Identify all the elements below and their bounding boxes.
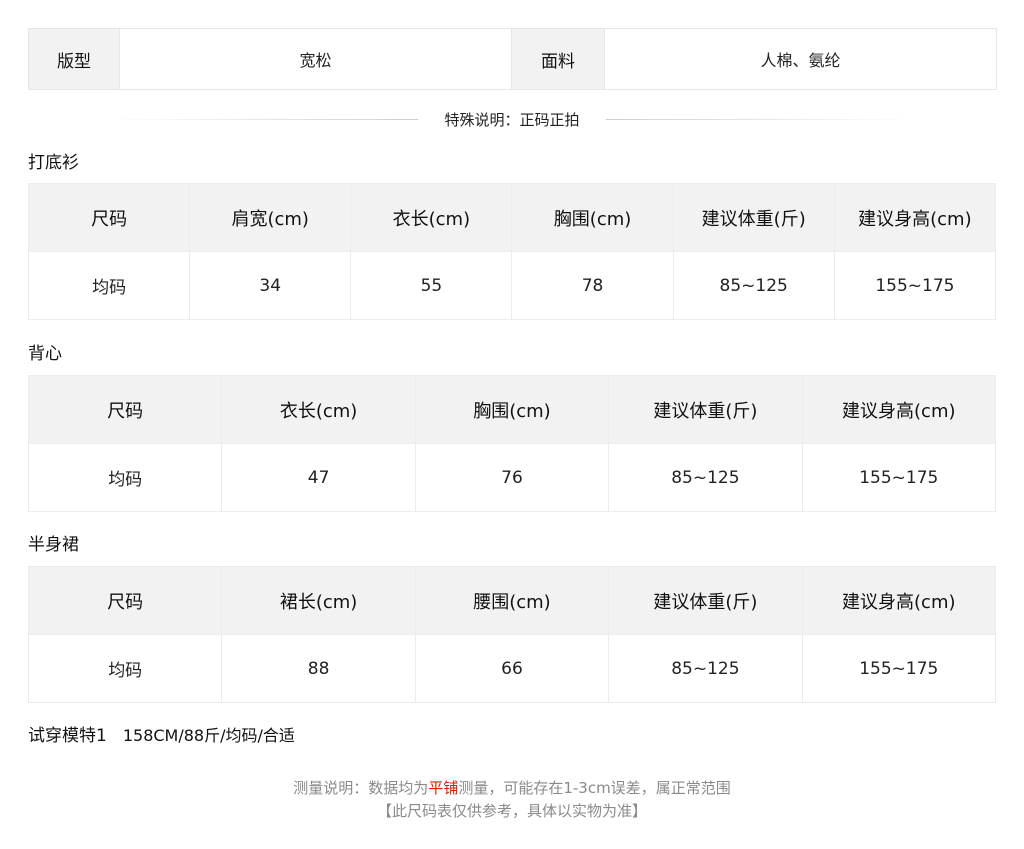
fabric-label: 面料	[511, 28, 605, 90]
table-row: 均码 88 66 85~125 155~175	[27, 634, 997, 703]
table-cell: 55	[350, 251, 513, 320]
reference-disclaimer: 【此尺码表仅供参考，具体以实物为准】	[376, 802, 647, 820]
section-title-skirt: 半身裙	[28, 535, 79, 555]
measurement-note: 测量说明：数据均为平铺测量，可能存在1-3cm误差，属正常范围	[0, 777, 1024, 798]
fit-value: 宽松	[119, 28, 512, 90]
model-label: 试穿模特1	[28, 726, 107, 746]
header-cell: 衣长(cm)	[221, 375, 416, 444]
table-cell: 34	[189, 251, 352, 320]
header-cell: 建议体重(斤)	[608, 566, 803, 635]
header-cell: 建议体重(斤)	[672, 183, 835, 252]
measurement-note-suffix: 测量，可能存在1-3cm误差，属正常范围	[458, 779, 731, 797]
divider-right	[605, 118, 918, 120]
header-cell: 裙长(cm)	[221, 566, 416, 635]
fit-label: 版型	[28, 28, 120, 90]
table-row: 均码 34 55 78 85~125 155~175	[27, 251, 997, 320]
attribute-table: 版型 宽松 面料 人棉、氨纶	[28, 28, 997, 90]
table-cell: 47	[221, 443, 416, 512]
measurement-note-highlight: 平铺	[428, 779, 459, 797]
header-cell: 胸围(cm)	[511, 183, 674, 252]
model-info: 试穿模特1 158CM/88斤/均码/合适	[28, 721, 295, 746]
section-title-base-layer: 打底衫	[28, 153, 79, 173]
size-table-vest: 尺码 衣长(cm) 胸围(cm) 建议体重(斤) 建议身高(cm) 均码 47 …	[27, 375, 997, 512]
table-cell: 85~125	[672, 251, 835, 320]
table-cell: 78	[511, 251, 674, 320]
table-cell: 76	[414, 443, 610, 512]
header-cell: 胸围(cm)	[414, 375, 610, 444]
table-cell: 均码	[27, 443, 223, 512]
header-cell: 建议身高(cm)	[801, 566, 997, 635]
table-header-row: 尺码 肩宽(cm) 衣长(cm) 胸围(cm) 建议体重(斤) 建议身高(cm)	[27, 183, 997, 252]
table-cell: 均码	[27, 251, 191, 320]
fabric-value: 人棉、氨纶	[604, 28, 997, 90]
table-cell: 均码	[27, 634, 223, 703]
model-value: 158CM/88斤/均码/合适	[122, 726, 295, 745]
header-cell: 建议身高(cm)	[833, 183, 997, 252]
header-cell: 尺码	[27, 183, 191, 252]
header-cell: 衣长(cm)	[350, 183, 513, 252]
table-cell: 66	[414, 634, 610, 703]
size-table-base-layer: 尺码 肩宽(cm) 衣长(cm) 胸围(cm) 建议体重(斤) 建议身高(cm)…	[27, 183, 997, 320]
measurement-note-prefix: 测量说明：数据均为	[293, 779, 429, 797]
special-note-text: 特殊说明：正码正拍	[444, 110, 580, 129]
table-cell: 85~125	[608, 443, 803, 512]
special-note: 特殊说明：正码正拍	[28, 106, 996, 132]
table-row: 均码 47 76 85~125 155~175	[27, 443, 997, 512]
attribute-row: 版型 宽松 面料 人棉、氨纶	[28, 28, 997, 90]
header-cell: 腰围(cm)	[414, 566, 610, 635]
header-cell: 建议体重(斤)	[608, 375, 803, 444]
table-header-row: 尺码 衣长(cm) 胸围(cm) 建议体重(斤) 建议身高(cm)	[27, 375, 997, 444]
section-title-vest: 背心	[28, 344, 62, 364]
table-header-row: 尺码 裙长(cm) 腰围(cm) 建议体重(斤) 建议身高(cm)	[27, 566, 997, 635]
header-cell: 建议身高(cm)	[801, 375, 997, 444]
table-cell: 88	[221, 634, 416, 703]
header-cell: 尺码	[27, 566, 223, 635]
table-cell: 85~125	[608, 634, 803, 703]
table-cell: 155~175	[801, 634, 997, 703]
divider-left	[106, 118, 419, 120]
table-cell: 155~175	[833, 251, 997, 320]
header-cell: 尺码	[27, 375, 223, 444]
table-cell: 155~175	[801, 443, 997, 512]
size-table-skirt: 尺码 裙长(cm) 腰围(cm) 建议体重(斤) 建议身高(cm) 均码 88 …	[27, 566, 997, 703]
header-cell: 肩宽(cm)	[189, 183, 352, 252]
